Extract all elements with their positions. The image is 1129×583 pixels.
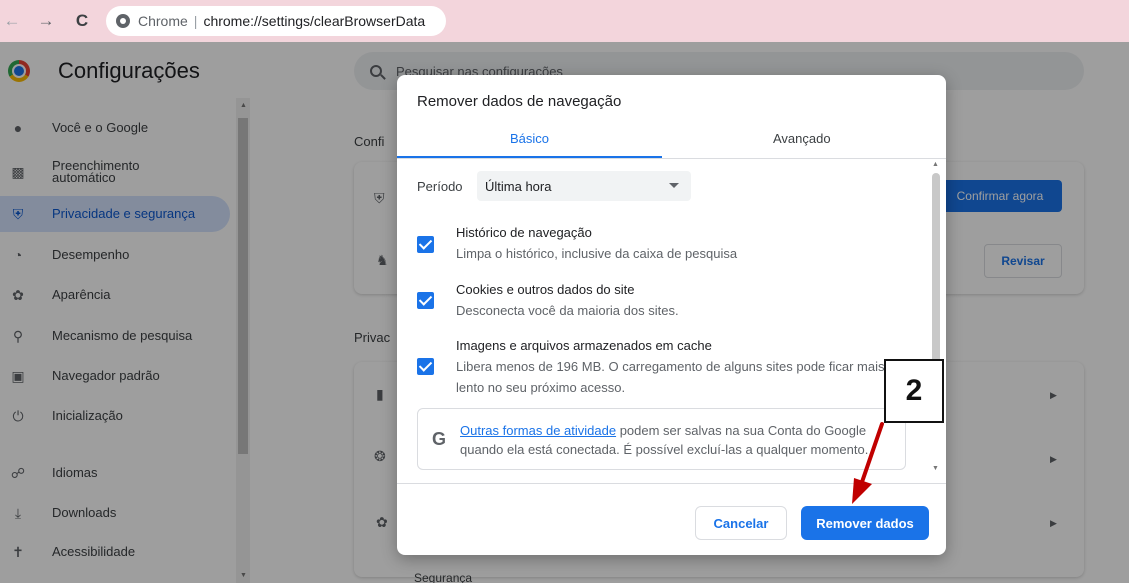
cancel-button[interactable]: Cancelar <box>695 506 787 540</box>
scroll-up-icon[interactable]: ▲ <box>932 161 939 168</box>
caret-down-icon <box>669 183 679 188</box>
address-bar[interactable]: Chrome | chrome://settings/clearBrowserD… <box>106 6 446 36</box>
omnibox-url: chrome://settings/clearBrowserData <box>203 13 426 29</box>
other-activity-link[interactable]: Outras formas de atividade <box>460 423 616 438</box>
browser-toolbar: ← → C Chrome | chrome://settings/clearBr… <box>0 0 1129 42</box>
omnibox-site: Chrome <box>138 13 188 29</box>
history-checkbox[interactable] <box>417 236 434 253</box>
other-activity-card: G Outras formas de atividade podem ser s… <box>417 408 906 470</box>
dialog-scrollbar-thumb[interactable] <box>932 173 940 369</box>
other-activity-text: Outras formas de atividade podem ser sal… <box>460 421 900 459</box>
chrome-icon <box>116 14 130 28</box>
google-g-icon: G <box>432 429 447 449</box>
clear-browsing-data-dialog: Remover dados de navegação Básico Avança… <box>397 75 946 555</box>
cache-checkbox[interactable] <box>417 358 434 375</box>
omnibox-separator: | <box>193 13 198 29</box>
reload-icon[interactable]: C <box>70 11 94 31</box>
option-description: Limpa o histórico, inclusive da caixa de… <box>456 246 738 261</box>
forward-arrow-icon[interactable]: → <box>34 11 58 31</box>
footer-divider <box>397 483 946 484</box>
remove-data-button[interactable]: Remover dados <box>801 506 929 540</box>
scroll-down-icon[interactable]: ▼ <box>932 465 939 472</box>
tab-basic[interactable]: Básico <box>510 131 549 146</box>
back-arrow-icon[interactable]: ← <box>0 11 24 31</box>
cookies-checkbox[interactable] <box>417 292 434 309</box>
option-description: Libera menos de 196 MB. O carregamento d… <box>456 359 885 395</box>
period-value: Última hora <box>485 178 552 194</box>
step-number-badge: 2 <box>884 359 944 423</box>
tab-divider <box>397 158 946 159</box>
tab-advanced[interactable]: Avançado <box>773 131 831 146</box>
dialog-title: Remover dados de navegação <box>417 93 622 110</box>
option-title: Cookies e outros dados do site <box>456 282 635 297</box>
dialog-scrollbar[interactable]: ▲ ▼ <box>929 161 943 481</box>
period-label: Período <box>417 179 463 194</box>
option-description: Desconecta você da maioria dos sites. <box>456 303 679 318</box>
option-title: Imagens e arquivos armazenados em cache <box>456 338 712 353</box>
period-select[interactable]: Última hora <box>477 171 691 201</box>
option-title: Histórico de navegação <box>456 225 592 240</box>
